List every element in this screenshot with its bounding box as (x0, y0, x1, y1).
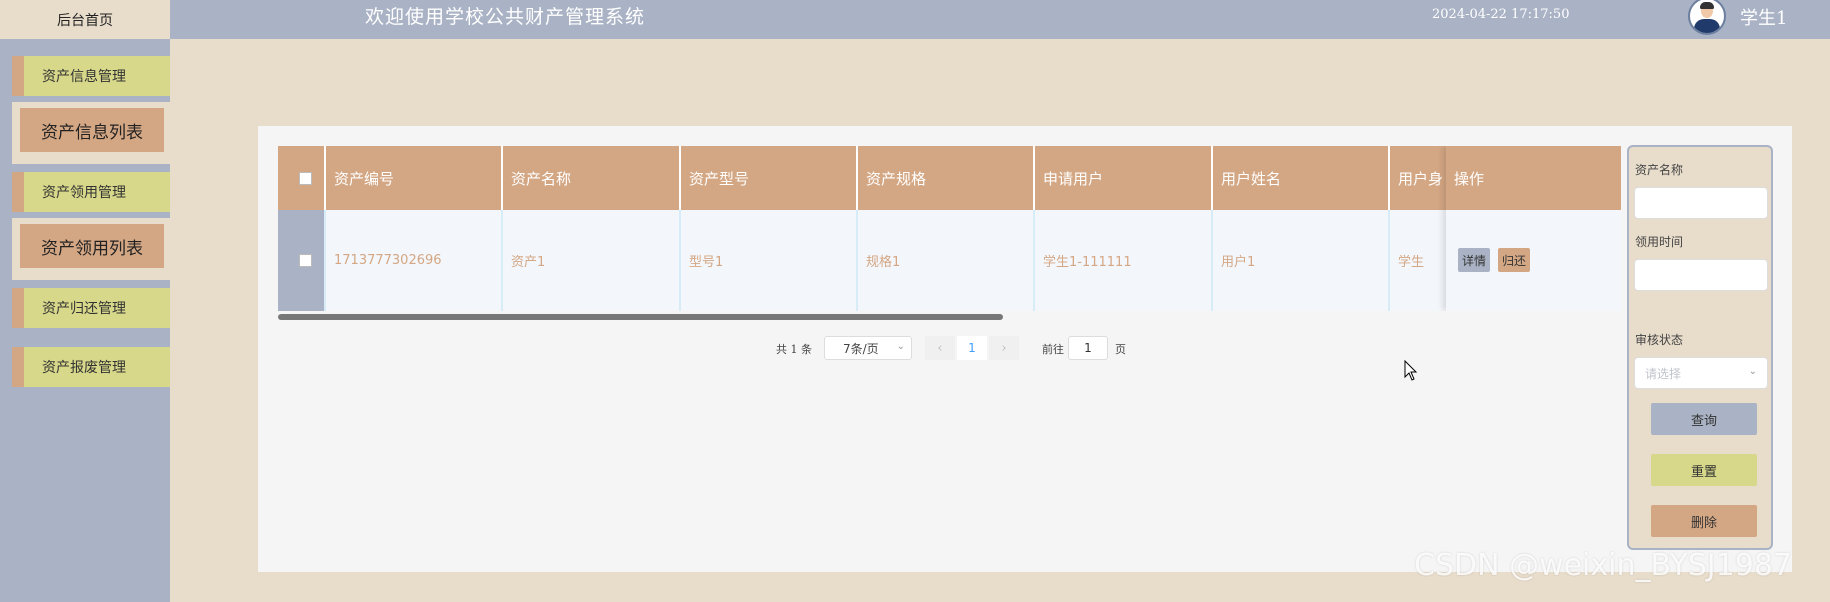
sidebar-item-asset-info-list[interactable]: 资产信息列表 (20, 108, 164, 152)
chevron-down-icon: ⌄ (896, 341, 905, 352)
column-header[interactable]: 资产规格 (858, 146, 1035, 210)
asset-name-label: 资产名称 (1635, 163, 1684, 177)
current-page[interactable]: 1 (957, 336, 987, 360)
cell-asset-model: 型号1 (681, 210, 858, 311)
collect-time-input[interactable] (1634, 259, 1768, 291)
app-title: 欢迎使用学校公共财产管理系统 (365, 6, 646, 28)
chevron-down-icon: ⌄ (1748, 366, 1757, 377)
chevron-right-icon[interactable]: › (989, 336, 1019, 360)
return-button[interactable]: 归还 (1498, 248, 1531, 272)
column-header[interactable]: 资产编号 (326, 146, 503, 210)
cell-asset-name: 资产1 (503, 210, 681, 311)
collect-time-label: 领用时间 (1635, 235, 1684, 249)
column-header[interactable]: 资产型号 (681, 146, 858, 210)
mouse-cursor-icon (1404, 360, 1418, 381)
row-checkbox[interactable] (298, 254, 312, 267)
cell-realname: 用户1 (1213, 210, 1390, 311)
column-header: 操作 (1446, 146, 1621, 210)
status-label: 审核状态 (1635, 333, 1684, 347)
sidebar-item-label: 资产归还管理 (42, 301, 126, 317)
column-header[interactable]: 用户姓名 (1213, 146, 1390, 210)
query-button[interactable]: 查询 (1651, 403, 1757, 435)
column-header[interactable]: 申请用户 (1035, 146, 1213, 210)
sidebar-item-label: 资产报废管理 (42, 360, 126, 376)
status-select[interactable]: 请选择 ⌄ (1634, 357, 1768, 389)
page-size-value: 7条/页 (843, 341, 879, 356)
goto-suffix: 页 (1115, 343, 1126, 356)
select-all-cell (278, 146, 326, 210)
sidebar-item-asset-collect-mgmt[interactable]: 资产领用管理 (12, 172, 170, 212)
sidebar-item-asset-scrap-mgmt[interactable]: 资产报废管理 (12, 347, 170, 387)
chevron-left-icon[interactable]: ‹ (925, 336, 955, 360)
username[interactable]: 学生1 (1740, 4, 1787, 30)
table-horizontal-scrollbar[interactable] (278, 314, 1003, 320)
user-avatar-icon[interactable] (1688, 0, 1726, 35)
table-row[interactable]: 1713777302696 资产1 型号1 规格1 学生1-111111 用户1… (278, 210, 1621, 311)
operation-cell: 详情 归还 (1446, 210, 1621, 311)
detail-button[interactable]: 详情 (1458, 248, 1491, 272)
cell-applicant: 学生1-111111 (1035, 210, 1213, 311)
datetime-display: 2024-04-22 17:17:50 (1432, 7, 1570, 22)
cell-asset-code: 1713777302696 (326, 210, 503, 311)
sidebar: 资产信息管理 资产信息列表 资产领用管理 资产领用列表 资产归还管理 资产报废管… (0, 39, 170, 602)
data-table: 资产编号 资产名称 资产型号 资产规格 申请用户 用户姓名 用户身 171377… (278, 146, 1621, 311)
home-label: 后台首页 (57, 12, 113, 29)
reset-button[interactable]: 重置 (1651, 454, 1757, 486)
page-size-select[interactable]: 7条/页 ⌄ (824, 336, 912, 360)
sidebar-submenu-asset-collect: 资产领用列表 (12, 218, 170, 280)
column-header[interactable]: 资产名称 (503, 146, 681, 210)
goto-page-input[interactable]: 1 (1068, 336, 1108, 360)
status-placeholder: 请选择 (1645, 366, 1682, 381)
sidebar-item-label: 资产信息列表 (41, 122, 143, 143)
operation-column: 操作 详情 归还 (1446, 146, 1621, 311)
watermark: CSDN @weixin_BYSJ1987 (1414, 548, 1793, 583)
asset-name-input[interactable] (1634, 187, 1768, 219)
home-link[interactable]: 后台首页 (0, 0, 170, 39)
select-all-checkbox[interactable] (298, 171, 312, 185)
table-header: 资产编号 资产名称 资产型号 资产规格 申请用户 用户姓名 用户身 (278, 146, 1621, 210)
sidebar-item-asset-return-mgmt[interactable]: 资产归还管理 (12, 288, 170, 328)
sidebar-item-label: 资产领用列表 (41, 238, 143, 259)
sidebar-submenu-asset-info: 资产信息列表 (12, 102, 170, 164)
sidebar-item-label: 资产领用管理 (42, 185, 126, 201)
cell-asset-spec: 规格1 (858, 210, 1035, 311)
row-select-cell (278, 210, 326, 311)
delete-button[interactable]: 删除 (1651, 505, 1757, 537)
sidebar-item-asset-info-mgmt[interactable]: 资产信息管理 (12, 56, 170, 96)
search-panel: 资产名称 领用时间 审核状态 请选择 ⌄ 查询 重置 删除 (1627, 145, 1773, 550)
goto-prefix: 前往 (1042, 343, 1064, 356)
top-bar: 后台首页 欢迎使用学校公共财产管理系统 2024-04-22 17:17:50 … (0, 0, 1830, 39)
sidebar-item-label: 资产信息管理 (42, 69, 126, 85)
sidebar-item-asset-collect-list[interactable]: 资产领用列表 (20, 224, 164, 268)
pagination-total: 共 1 条 (776, 343, 812, 356)
